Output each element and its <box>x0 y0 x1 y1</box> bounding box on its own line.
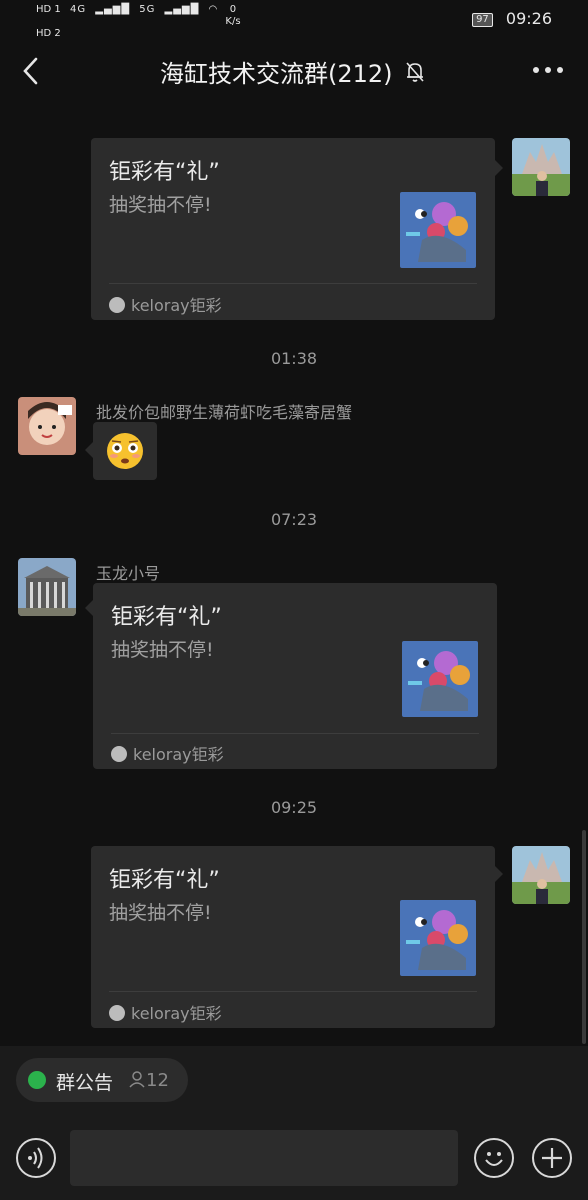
card-title: 钜彩有“礼” <box>109 160 220 185</box>
voice-icon <box>28 1147 43 1169</box>
person-icon <box>129 1071 145 1088</box>
timestamp: 01:38 <box>270 349 318 368</box>
bubble-tail <box>495 160 503 176</box>
source-logo-icon <box>109 1005 125 1021</box>
card-source: keloray钜彩 <box>109 1000 222 1024</box>
emoji-message[interactable] <box>93 422 157 480</box>
scrollbar[interactable] <box>582 830 586 1044</box>
status-bar: HD 1 4G ▂▄▆█ 5G ▂▄▆█ ◠ 0 K/s HD 2 97 09:… <box>0 0 588 40</box>
card-source-label: keloray钜彩 <box>133 745 224 764</box>
status-right: 97 09:26 <box>472 9 552 28</box>
card-description: 抽奖抽不停! <box>109 902 212 924</box>
emoji-button[interactable] <box>474 1138 514 1178</box>
bubble-tail <box>495 866 503 882</box>
timestamp: 07:23 <box>270 510 318 529</box>
notice-label: 群公告 <box>56 1072 114 1094</box>
net-speed-value: 0 <box>229 4 237 15</box>
back-arrow-icon <box>23 57 38 85</box>
card-source-label: keloray钜彩 <box>131 1004 222 1023</box>
message-input[interactable] <box>70 1130 458 1186</box>
signal-bars-2-icon: ▂▄▆█ <box>164 4 200 15</box>
notice-icon <box>28 1071 46 1089</box>
member-count: 12 <box>128 1070 169 1091</box>
signal-bars-icon: ▂▄▆█ <box>95 4 131 15</box>
net1-label: 4G <box>69 4 87 15</box>
avatar-sender-2[interactable] <box>18 397 76 455</box>
back-button[interactable] <box>18 54 48 88</box>
sender-name: 玉龙小号 <box>96 564 161 583</box>
sender-name: 批发价包邮野生薄荷虾吃毛藻寄居蟹 <box>96 403 353 422</box>
card-divider <box>109 991 477 992</box>
avatar-sender-3[interactable] <box>18 558 76 616</box>
chat-header: 海缸技术交流群(212) <box>0 38 588 104</box>
card-source: keloray钜彩 <box>111 741 224 765</box>
bubble-tail <box>85 600 93 616</box>
more-dots-icon <box>533 67 563 73</box>
timestamp: 09:25 <box>270 798 318 817</box>
member-count-value: 12 <box>146 1070 169 1091</box>
plus-icon <box>542 1148 562 1168</box>
emoji-icon <box>485 1152 503 1166</box>
net-speed-unit: K/s <box>225 16 241 27</box>
bubble-tail <box>85 442 93 458</box>
more-functions-button[interactable] <box>532 1138 572 1178</box>
card-divider <box>111 733 479 734</box>
source-logo-icon <box>111 746 127 762</box>
card-source: keloray钜彩 <box>109 292 222 316</box>
avatar-self[interactable] <box>512 138 570 196</box>
source-logo-icon <box>109 297 125 313</box>
card-title: 钜彩有“礼” <box>109 868 220 893</box>
mini-program-card-1[interactable]: 钜彩有“礼” 抽奖抽不停! keloray钜彩 <box>91 138 495 320</box>
card-title: 钜彩有“礼” <box>111 605 222 630</box>
avatar-self[interactable] <box>512 846 570 904</box>
mute-bell-icon <box>404 60 426 88</box>
status-left: HD 1 4G ▂▄▆█ 5G ▂▄▆█ ◠ 0 K/s HD 2 <box>36 4 241 40</box>
card-thumbnail <box>400 900 476 976</box>
wifi-icon: ◠ <box>208 4 219 15</box>
clock: 09:26 <box>505 9 552 28</box>
battery-indicator: 97 <box>472 13 493 27</box>
mini-program-card-3[interactable]: 钜彩有“礼” 抽奖抽不停! keloray钜彩 <box>91 846 495 1028</box>
page-title[interactable]: 海缸技术交流群(212) <box>160 54 393 89</box>
card-thumbnail <box>402 641 478 717</box>
net2-label: 5G <box>139 4 156 15</box>
bottom-bar: 群公告 12 <box>0 1046 588 1200</box>
group-notice-button[interactable]: 群公告 12 <box>16 1058 188 1102</box>
card-description: 抽奖抽不停! <box>109 194 212 216</box>
card-source-label: keloray钜彩 <box>131 296 222 315</box>
mini-program-card-2[interactable]: 钜彩有“礼” 抽奖抽不停! keloray钜彩 <box>93 583 497 769</box>
voice-button[interactable] <box>16 1138 56 1178</box>
card-divider <box>109 283 477 284</box>
flushed-face-icon <box>107 433 143 469</box>
more-button[interactable] <box>532 60 564 80</box>
hd1-label: HD 1 <box>36 4 61 15</box>
card-thumbnail <box>400 192 476 268</box>
card-description: 抽奖抽不停! <box>111 639 214 661</box>
